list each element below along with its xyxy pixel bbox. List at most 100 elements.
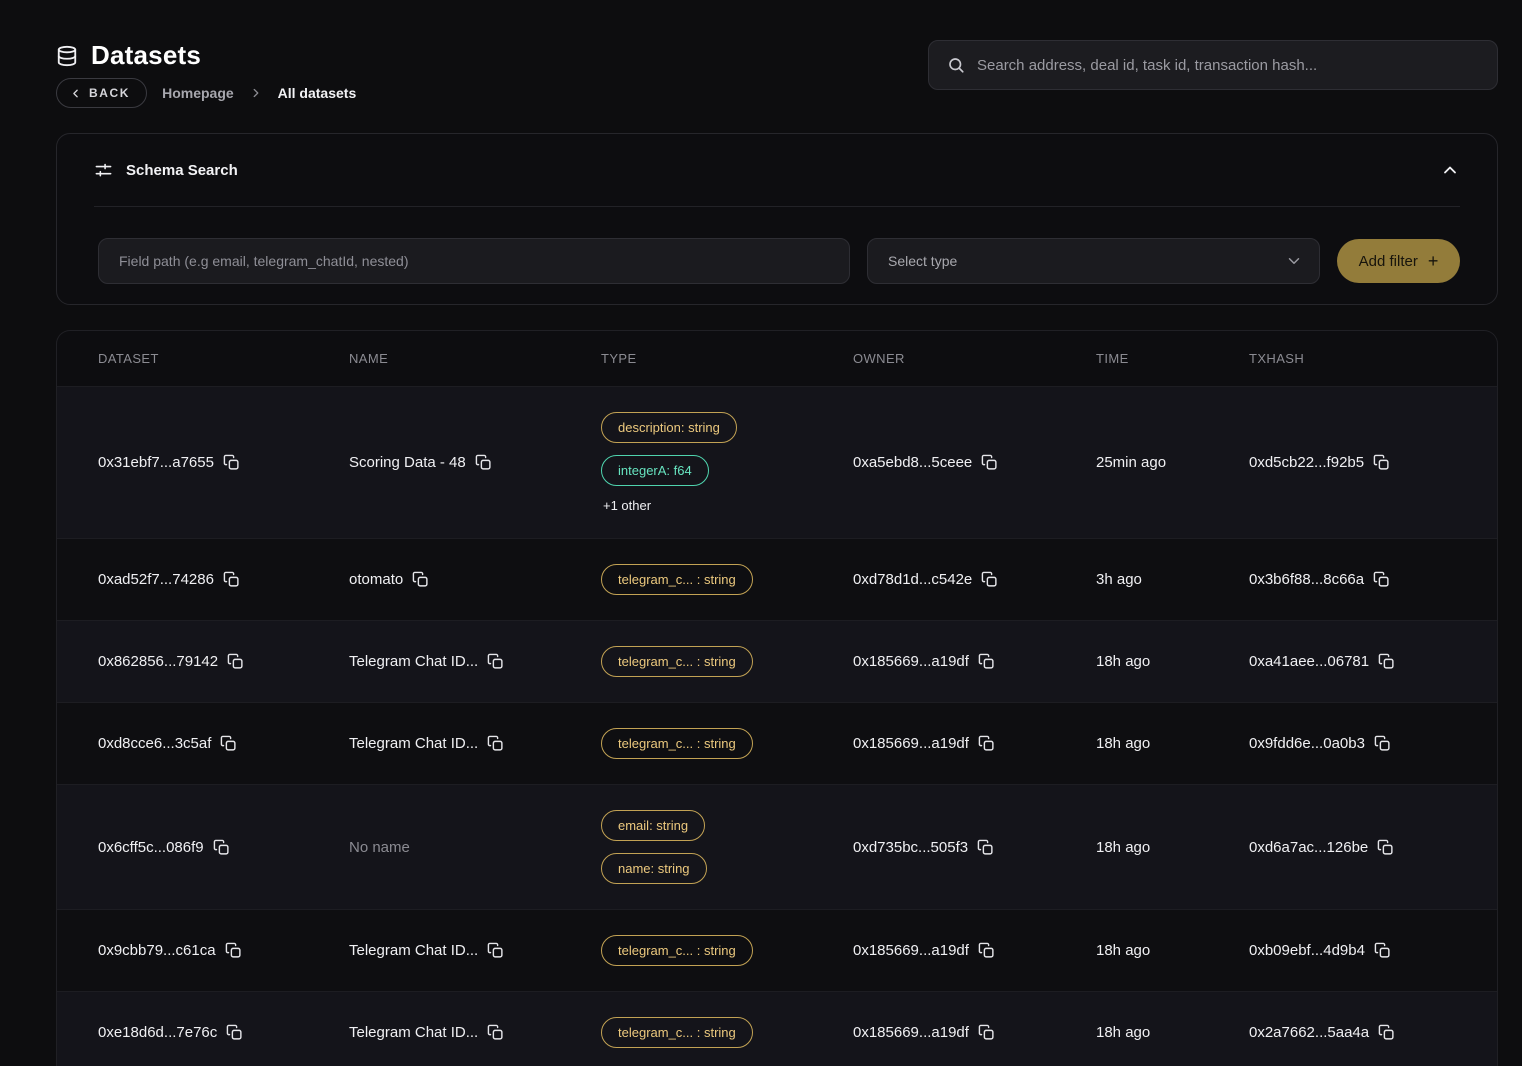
schema-search-title: Schema Search: [126, 162, 238, 179]
schema-search-panel: Schema Search Select type Add filter +: [56, 133, 1498, 305]
dataset-name: otomato: [349, 571, 403, 588]
time-label: 18h ago: [1096, 653, 1150, 670]
add-filter-button[interactable]: Add filter +: [1337, 239, 1460, 283]
table-row[interactable]: 0xad52f7...74286otomatotelegram_c... : s…: [57, 538, 1497, 620]
copy-icon[interactable]: [225, 942, 242, 959]
time-cell: 18h ago: [1096, 839, 1249, 856]
more-types-label: +1 other: [601, 498, 651, 513]
datasets-page: Datasets BACK Homepage All datasets Sche…: [0, 0, 1522, 1066]
type-badge: telegram_c... : string: [601, 646, 753, 677]
copy-icon[interactable]: [487, 735, 504, 752]
txhash-hash: 0x2a7662...5aa4a: [1249, 1024, 1369, 1041]
copy-icon[interactable]: [223, 571, 240, 588]
copy-icon[interactable]: [475, 454, 492, 471]
copy-icon[interactable]: [487, 653, 504, 670]
type-select[interactable]: Select type: [867, 238, 1320, 284]
dataset-hash: 0x6cff5c...086f9: [98, 839, 204, 856]
copy-icon[interactable]: [981, 571, 998, 588]
copy-icon[interactable]: [1374, 735, 1391, 752]
copy-icon[interactable]: [1374, 942, 1391, 959]
time-cell: 18h ago: [1096, 942, 1249, 959]
name-cell: No name: [349, 839, 601, 856]
dataset-name: Telegram Chat ID...: [349, 942, 478, 959]
dataset-cell: 0x862856...79142: [98, 653, 349, 670]
copy-icon[interactable]: [412, 571, 429, 588]
name-cell: otomato: [349, 571, 601, 588]
owner-cell: 0xd735bc...505f3: [853, 839, 1096, 856]
type-badge: description: string: [601, 412, 737, 443]
owner-hash: 0x185669...a19df: [853, 653, 969, 670]
dataset-hash: 0x862856...79142: [98, 653, 218, 670]
owner-cell: 0x185669...a19df: [853, 735, 1096, 752]
datasets-table: DATASET NAME TYPE OWNER TIME TXHASH 0x31…: [56, 330, 1498, 1066]
copy-icon[interactable]: [978, 735, 995, 752]
sliders-icon: [94, 161, 113, 180]
copy-icon[interactable]: [226, 1024, 243, 1041]
copy-icon[interactable]: [1377, 839, 1394, 856]
copy-icon[interactable]: [1378, 1024, 1395, 1041]
table-row[interactable]: 0x9cbb79...c61caTelegram Chat ID...teleg…: [57, 909, 1497, 991]
copy-icon[interactable]: [1373, 571, 1390, 588]
column-header-dataset: DATASET: [98, 351, 349, 366]
dataset-hash: 0x31ebf7...a7655: [98, 454, 214, 471]
time-label: 18h ago: [1096, 735, 1150, 752]
copy-icon[interactable]: [213, 839, 230, 856]
dataset-cell: 0x6cff5c...086f9: [98, 839, 349, 856]
breadcrumb-item-homepage[interactable]: Homepage: [162, 85, 234, 101]
dataset-cell: 0x9cbb79...c61ca: [98, 942, 349, 959]
txhash-cell: 0x3b6f88...8c66a: [1249, 571, 1497, 588]
owner-cell: 0x185669...a19df: [853, 942, 1096, 959]
type-badge: telegram_c... : string: [601, 1017, 753, 1048]
name-cell: Telegram Chat ID...: [349, 735, 601, 752]
dataset-hash: 0xd8cce6...3c5af: [98, 735, 211, 752]
txhash-hash: 0xd6a7ac...126be: [1249, 839, 1368, 856]
type-cell: telegram_c... : string: [601, 564, 853, 595]
column-header-name: NAME: [349, 351, 601, 366]
search-input[interactable]: [977, 57, 1479, 74]
txhash-hash: 0xb09ebf...4d9b4: [1249, 942, 1365, 959]
copy-icon[interactable]: [981, 454, 998, 471]
copy-icon[interactable]: [978, 1024, 995, 1041]
copy-icon[interactable]: [227, 653, 244, 670]
column-header-owner: OWNER: [853, 351, 1096, 366]
copy-icon[interactable]: [1378, 653, 1395, 670]
dataset-hash: 0xe18d6d...7e76c: [98, 1024, 217, 1041]
txhash-cell: 0x2a7662...5aa4a: [1249, 1024, 1497, 1041]
divider: [94, 206, 1460, 207]
txhash-cell: 0x9fdd6e...0a0b3: [1249, 735, 1497, 752]
table-row[interactable]: 0xd8cce6...3c5af Telegram Chat ID...teleg…: [57, 702, 1497, 784]
breadcrumb: BACK Homepage All datasets: [56, 78, 356, 108]
copy-icon[interactable]: [487, 942, 504, 959]
table-row[interactable]: 0x31ebf7...a7655Scoring Data - 48descrip…: [57, 386, 1497, 538]
table-row[interactable]: 0x6cff5c...086f9 No name email: stringname…: [57, 784, 1497, 909]
chevron-down-icon: [1285, 252, 1303, 270]
time-cell: 18h ago: [1096, 735, 1249, 752]
copy-icon[interactable]: [977, 839, 994, 856]
database-icon: [56, 45, 78, 67]
table-row[interactable]: 0xe18d6d...7e76cTelegram Chat ID...teleg…: [57, 991, 1497, 1066]
copy-icon[interactable]: [223, 454, 240, 471]
type-badge: integerA: f64: [601, 455, 709, 486]
back-button[interactable]: BACK: [56, 78, 147, 108]
time-label: 18h ago: [1096, 942, 1150, 959]
chevron-up-icon[interactable]: [1440, 160, 1460, 180]
copy-icon[interactable]: [978, 942, 995, 959]
schema-search-header[interactable]: Schema Search: [94, 154, 1460, 186]
add-filter-label: Add filter: [1359, 253, 1418, 270]
txhash-cell: 0xd5cb22...f92b5: [1249, 454, 1497, 471]
copy-icon[interactable]: [220, 735, 237, 752]
txhash-cell: 0xb09ebf...4d9b4: [1249, 942, 1497, 959]
search-icon: [947, 56, 965, 74]
dataset-name: No name: [349, 839, 410, 856]
type-cell: telegram_c... : string: [601, 728, 853, 759]
column-header-type: TYPE: [601, 351, 853, 366]
time-label: 18h ago: [1096, 839, 1150, 856]
type-cell: email: stringname: string: [601, 810, 853, 884]
time-cell: 18h ago: [1096, 653, 1249, 670]
copy-icon[interactable]: [487, 1024, 504, 1041]
copy-icon[interactable]: [1373, 454, 1390, 471]
field-path-input[interactable]: [98, 238, 850, 284]
table-row[interactable]: 0x862856...79142Telegram Chat ID...teleg…: [57, 620, 1497, 702]
breadcrumb-item-all-datasets: All datasets: [278, 85, 357, 101]
copy-icon[interactable]: [978, 653, 995, 670]
